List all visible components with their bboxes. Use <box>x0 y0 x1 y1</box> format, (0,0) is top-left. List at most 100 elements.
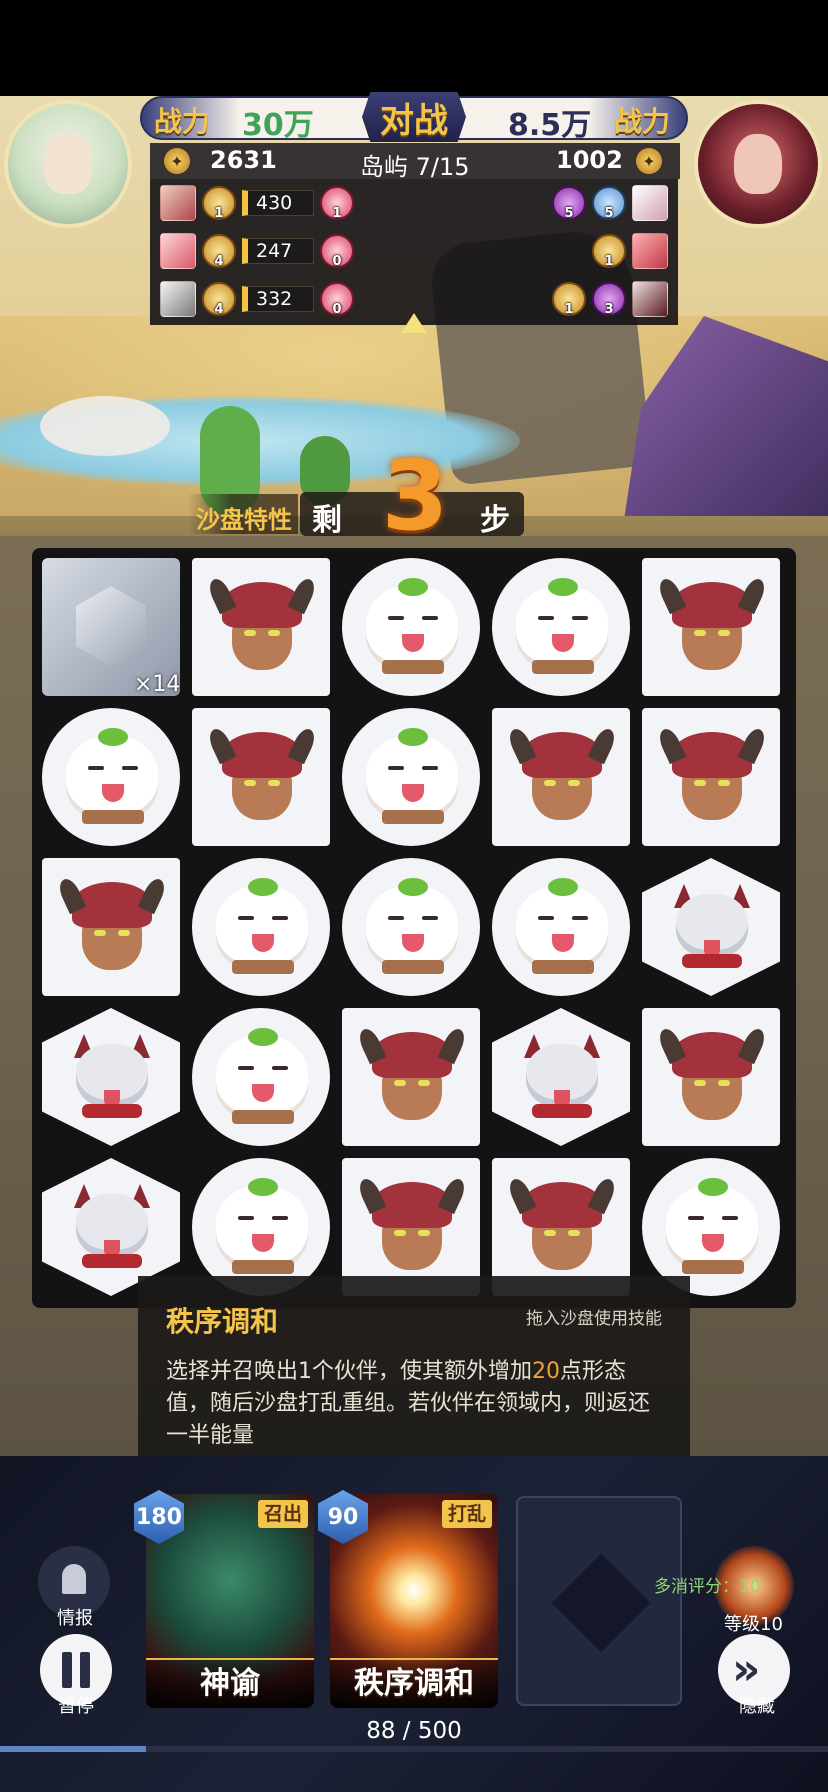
horned-demon-icon <box>655 1025 769 1128</box>
opponent-face <box>734 134 782 194</box>
right-power-label: 战力 <box>614 105 671 138</box>
left-score: 2631 <box>210 146 277 174</box>
white-dog-icon <box>366 728 458 824</box>
left-power-value: 30万 <box>242 108 314 143</box>
unit-avatar <box>632 185 668 221</box>
unit-hp: 430 <box>242 190 314 216</box>
white-dog-icon <box>366 578 458 674</box>
card-name: 秩序调和 <box>330 1658 498 1708</box>
board-cell-dog[interactable] <box>486 554 632 700</box>
board-cell-dog[interactable] <box>336 854 482 1000</box>
horned-demon-icon <box>205 575 319 678</box>
player-unit-row[interactable]: 4 332 0 <box>160 279 354 319</box>
horned-demon-icon <box>655 575 769 678</box>
sandbox-trait-label: 沙盘特性 <box>196 506 292 534</box>
unit-purple-icon: 5 <box>552 186 586 221</box>
unit-avatar <box>160 233 196 269</box>
level-label: 等级10 <box>724 1614 783 1635</box>
player-face <box>44 134 92 194</box>
empty-card-slot[interactable] <box>516 1496 682 1706</box>
board-cell-dog[interactable] <box>186 854 332 1000</box>
opponent-portrait[interactable] <box>694 100 822 228</box>
steps-prefix: 剩 <box>312 503 342 538</box>
opponent-unit-row[interactable]: 5 5 <box>552 183 668 223</box>
dog-tile <box>342 558 480 696</box>
horned-demon-icon <box>505 725 619 828</box>
status-bar-area <box>0 0 828 96</box>
white-dog-icon <box>216 1028 308 1124</box>
board-cell-demon[interactable] <box>636 704 782 850</box>
pause-label: 暂停 <box>58 1696 94 1717</box>
demon-tile <box>192 558 330 696</box>
horned-demon-icon <box>355 1025 469 1128</box>
wolf-tile <box>42 1008 180 1146</box>
board-cell-dog[interactable] <box>336 554 482 700</box>
demon-tile <box>642 1008 780 1146</box>
board-cell-demon[interactable] <box>636 1004 782 1150</box>
unit-avatar <box>160 185 196 221</box>
board-cell-demon[interactable] <box>186 704 332 850</box>
dog-tile <box>342 708 480 846</box>
block-count: ×14 <box>134 672 181 697</box>
empty-slot-icon <box>551 1553 651 1653</box>
demon-tile <box>42 858 180 996</box>
board-cell-demon[interactable] <box>36 854 182 1000</box>
wolf-tile <box>492 1008 630 1146</box>
card-tag: 打乱 <box>441 1500 492 1528</box>
board-cell-wolf[interactable] <box>486 1004 632 1150</box>
game-board: ×14 <box>32 548 796 1308</box>
star-icon: ✦ <box>636 148 662 174</box>
bell-icon <box>62 1564 86 1594</box>
board-cell-dog[interactable] <box>486 854 632 1000</box>
board-cell-wolf[interactable] <box>636 854 782 1000</box>
white-dog-icon <box>516 878 608 974</box>
unit-pink-icon: 1 <box>320 186 354 221</box>
dog-tile <box>492 558 630 696</box>
unit-hp: 247 <box>242 238 314 264</box>
board-cell-demon[interactable] <box>636 554 782 700</box>
board-cell-block[interactable]: ×14 <box>36 554 182 700</box>
skill-title: 秩序调和 <box>166 1305 279 1338</box>
horned-demon-icon <box>355 1175 469 1278</box>
info-label: 情报 <box>57 1608 93 1629</box>
unit-hp: 332 <box>242 286 314 312</box>
demon-tile <box>342 1008 480 1146</box>
player-portrait[interactable] <box>4 100 132 228</box>
hide-label: 隐藏 <box>739 1696 775 1717</box>
steps-suffix: 步 <box>480 503 510 538</box>
skill-highlight-value: 20 <box>532 1359 560 1384</box>
progress-fill <box>0 1746 146 1752</box>
unit-coin-icon: 1 <box>202 186 236 221</box>
right-power-value: 8.5万 <box>508 108 592 143</box>
unit-pink-icon: 0 <box>320 234 354 269</box>
dog-tile <box>192 858 330 996</box>
board-cell-wolf[interactable] <box>36 1004 182 1150</box>
demon-tile <box>192 708 330 846</box>
white-dog-icon <box>666 1178 758 1274</box>
unit-purple-icon: 3 <box>592 282 626 317</box>
board-cell-dog[interactable] <box>36 704 182 850</box>
board-cell-demon[interactable] <box>186 554 332 700</box>
stone-block-tile: ×14 <box>42 558 181 697</box>
white-dog-icon <box>516 578 608 674</box>
armored-wolf-icon <box>664 884 760 974</box>
player-unit-row[interactable]: 4 247 0 <box>160 231 354 271</box>
demon-tile <box>642 558 780 696</box>
vs-badge: 对战 <box>362 92 466 142</box>
board-cell-dog[interactable] <box>186 1004 332 1150</box>
star-icon: ✦ <box>164 148 190 174</box>
dog-tile <box>342 858 480 996</box>
board-cell-demon[interactable] <box>486 704 632 850</box>
team-roster-panel: 1 430 1 4 247 0 4 332 0 5 5 1 1 3 <box>150 179 678 325</box>
board-cell-demon[interactable] <box>336 1004 482 1150</box>
player-unit-row[interactable]: 1 430 1 <box>160 183 354 223</box>
board-cell-dog[interactable] <box>336 704 482 850</box>
dog-tile <box>42 708 180 846</box>
skill-tooltip: 秩序调和 拖入沙盘使用技能 选择并召唤出1个伙伴，使其额外增加20点形态值，随后… <box>138 1276 690 1460</box>
right-score: 1002 <box>556 146 623 174</box>
opponent-unit-row[interactable]: 1 <box>592 231 668 271</box>
armored-wolf-icon <box>64 1034 160 1124</box>
opponent-unit-row[interactable]: 1 3 <box>552 279 668 319</box>
expand-triangle-icon[interactable] <box>401 313 427 333</box>
sandbox-trait-tag[interactable]: 沙盘特性 <box>188 494 298 534</box>
